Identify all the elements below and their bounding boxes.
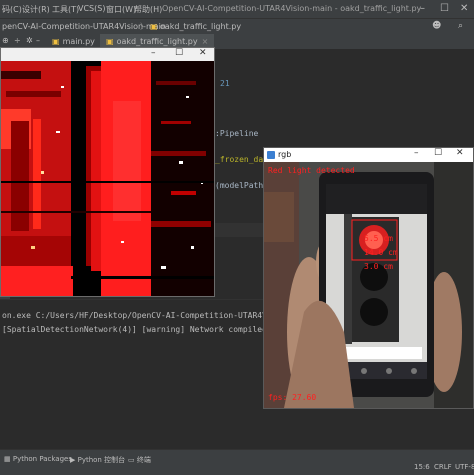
line-separator[interactable]: CRLF <box>434 463 452 471</box>
breadcrumb-separator-icon: 〉 <box>140 22 148 31</box>
menu-vcs[interactable]: VCS(S) <box>78 4 105 13</box>
console-line: [SpatialDetectionNetwork(4)] [warning] N… <box>2 325 296 334</box>
rgb-window[interactable]: rgb – ☐ ✕ Red light detected 5.5 cm 14.0… <box>263 147 474 409</box>
python-packages-button[interactable]: ▦ Python Packages <box>4 455 72 463</box>
current-line-highlight <box>215 223 270 237</box>
project-view-icon[interactable]: ⊕ <box>2 36 9 45</box>
navigation-bar: penCV-AI-Competition-UTAR4Vision-main 〉 … <box>0 18 474 35</box>
hide-icon[interactable]: – <box>36 36 40 45</box>
breadcrumb-file[interactable]: oakd_traffic_light.py <box>160 22 241 31</box>
code-fragment: _frozen_da <box>215 155 264 164</box>
search-icon[interactable]: ⌕ <box>458 21 463 31</box>
python-console-button[interactable]: ▶ Python 控制台 <box>70 455 125 465</box>
console-line: on.exe C:/Users/HF/Desktop/OpenCV-AI-Com… <box>2 311 296 320</box>
distance-label: 5.5 cm <box>364 234 393 243</box>
rgb-window-title: rgb <box>278 150 292 159</box>
file-encoding[interactable]: UTF-8 <box>455 463 474 471</box>
collapse-icon[interactable]: ÷ <box>14 36 21 45</box>
depth-map-graphic <box>1 61 214 296</box>
app-icon <box>267 151 275 159</box>
maximize-icon[interactable]: ☐ <box>434 148 442 158</box>
tab-label: main.py <box>62 37 95 46</box>
close-icon[interactable]: ✕ <box>199 48 207 58</box>
distance-label: 14.0 cm <box>364 248 398 257</box>
window-title: OpenCV-AI-Competition-UTAR4Vision-main -… <box>162 4 422 13</box>
rgb-camera-image: Red light detected 5.5 cm 14.0 cm 3.0 cm… <box>264 162 473 408</box>
python-file-icon: ▣ <box>150 22 158 31</box>
minimize-icon[interactable]: – <box>151 48 156 58</box>
menu-help[interactable]: 帮助(H) <box>134 4 162 15</box>
menu-bar: 码(C) 设计(R) 工具(T) VCS(S) 窗口(W) 帮助(H) Open… <box>0 0 474 18</box>
fps-label: fps: 27.60 <box>268 393 317 402</box>
bottom-tool-bar: ▦ Python Packages ▶ Python 控制台 ▭ 终端 15:6… <box>0 449 474 475</box>
terminal-label: 终端 <box>136 456 151 464</box>
settings-gear-icon[interactable]: ✲ <box>26 36 33 45</box>
python-packages-label: Python Packages <box>12 455 72 463</box>
menu-design[interactable]: 设计(R) <box>22 4 50 15</box>
menu-window[interactable]: 窗口(W) <box>106 4 136 15</box>
rgb-window-titlebar[interactable]: rgb – ☐ ✕ <box>264 148 473 162</box>
maximize-icon[interactable]: ☐ <box>440 3 449 14</box>
code-fragment: (modelPath <box>215 181 264 190</box>
depth-window-titlebar[interactable]: depth – ☐ ✕ <box>1 48 214 61</box>
menu-code[interactable]: 码(C) <box>2 4 22 15</box>
close-icon[interactable]: ✕ <box>460 3 468 14</box>
maximize-icon[interactable]: ☐ <box>175 48 183 58</box>
python-file-icon: ▣ <box>106 37 114 46</box>
camera-scene-graphic <box>264 162 473 408</box>
menu-tools[interactable]: 工具(T) <box>52 4 79 15</box>
code-fragment: :Pipeline <box>215 129 259 138</box>
depth-window[interactable]: depth – ☐ ✕ <box>0 47 215 297</box>
distance-label: 3.0 cm <box>364 262 393 271</box>
detection-label: Red light detected <box>268 166 355 175</box>
depth-image <box>1 61 214 296</box>
user-icon[interactable]: ☻ <box>432 21 441 31</box>
code-fragment: 21 <box>220 79 230 88</box>
tab-label: oakd_traffic_light.py <box>116 37 198 46</box>
minimize-icon[interactable]: – <box>414 148 419 158</box>
python-console-label: Python 控制台 <box>77 456 126 464</box>
python-file-icon: ▣ <box>52 37 60 46</box>
terminal-button[interactable]: ▭ 终端 <box>128 455 151 465</box>
cursor-position[interactable]: 15:6 <box>414 463 430 471</box>
close-icon[interactable]: ✕ <box>456 148 464 158</box>
close-tab-icon[interactable]: × <box>202 37 209 46</box>
minimize-icon[interactable]: – <box>420 3 425 14</box>
